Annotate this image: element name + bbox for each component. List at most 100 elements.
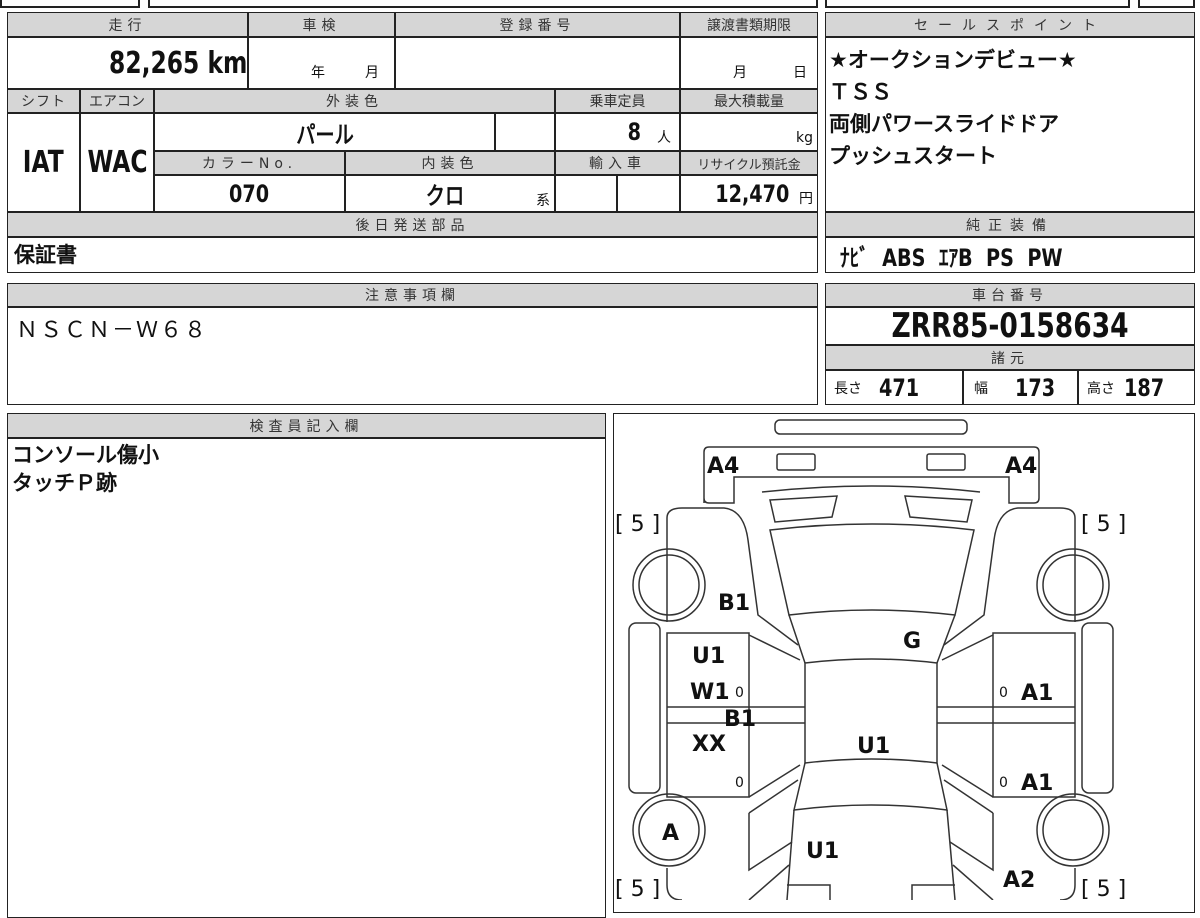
inspector-notes: コンソール傷小 タッチＰ跡 (7, 438, 606, 918)
inspection-cell: 年月 (248, 37, 395, 89)
recycle-unit: 円 (799, 190, 813, 207)
length-value: 471 (879, 373, 920, 402)
width-cell: 幅 173 (963, 370, 1078, 405)
recycle-header: リサイクル預託金 (680, 151, 818, 175)
interior-suffix: 系 (536, 192, 550, 209)
chassis-cell: ZRR85-0158634 (825, 307, 1195, 345)
tire-rear-left: [ 5 ] (615, 877, 660, 900)
equipment-value: ﾅﾋﾞ ABS ｴｱB PS PW (840, 243, 1063, 272)
import-cell (555, 175, 617, 212)
mark-zero: 0 (735, 775, 744, 791)
later-parts-cell: 保証書 (7, 237, 818, 273)
spec-header: 諸元 (825, 345, 1195, 370)
sales-points-list: ★オークションデビュー★ ＴＳＳ 両側パワースライドドア プッシュスタート (825, 37, 1195, 212)
max-load-cell: kg (680, 113, 818, 151)
color-no-header: カラーNo. (154, 151, 345, 175)
top-strip-cell (1138, 0, 1195, 8)
interior-cell: クロ 系 (345, 175, 555, 212)
tire-front-right: [ 5 ] (1081, 512, 1126, 537)
sales-points-header: セールスポイント (825, 12, 1195, 37)
height-value: 187 (1124, 373, 1165, 402)
mark-rear-glass: U1 (806, 839, 839, 864)
height-cell: 高さ 187 (1078, 370, 1195, 405)
mark-left-pillar: B1 (724, 707, 756, 732)
top-strip-cell (825, 0, 1130, 8)
chassis-number: ZRR85-0158634 (891, 307, 1129, 345)
equipment-header: 純正装備 (825, 212, 1195, 237)
length-cell: 長さ 471 (825, 370, 963, 405)
mileage-header: 走行 (7, 12, 248, 37)
mark-roof: U1 (857, 734, 890, 759)
later-parts-header: 後日発送部品 (7, 212, 818, 237)
import-cell (617, 175, 680, 212)
registration-cell (395, 37, 680, 89)
chassis-header: 車台番号 (825, 283, 1195, 307)
mark-zero: 0 (999, 685, 1008, 701)
transfer-cell: 月日 (680, 37, 818, 89)
inspection-header: 車検 (248, 12, 395, 37)
color-no-cell: 070 (154, 175, 345, 212)
width-label: 幅 (974, 380, 988, 397)
damage-diagram: [ 5 ] [ 5 ] [ 5 ] [ 5 ] A4 A4 B1 U1 W1 0… (613, 413, 1195, 913)
mark-left-front-door: U1 (692, 644, 725, 669)
sales-point: 両側パワースライドドア (829, 112, 1059, 136)
sales-point: ＴＳＳ (829, 80, 892, 104)
aircon-value: WAC (86, 145, 148, 180)
notes-header: 注意事項欄 (7, 283, 818, 307)
capacity-unit: 人 (657, 130, 671, 146)
tire-front-left: [ 5 ] (615, 512, 660, 537)
exterior-header: 外装色 (154, 89, 555, 113)
import-header: 輸入車 (555, 151, 680, 175)
height-label: 高さ (1087, 380, 1115, 397)
mark-left-front-door: W1 (690, 680, 730, 705)
exterior-value: パール (295, 120, 354, 149)
car-outline: [ 5 ] [ 5 ] [ 5 ] [ 5 ] A4 A4 B1 U1 W1 0… (615, 419, 1126, 900)
registration-header: 登録番号 (395, 12, 680, 37)
color-no-value: 070 (229, 179, 270, 208)
shift-header: シフト (7, 89, 80, 113)
inspection-year: 年 (311, 65, 325, 81)
mark-zero: 0 (735, 685, 744, 701)
transfer-day: 日 (793, 65, 807, 81)
mileage-value: 82,265 km (108, 45, 247, 81)
mark-right-rear-door: A1 (1021, 771, 1053, 796)
exterior-sub-cell (495, 113, 555, 151)
capacity-header: 乗車定員 (555, 89, 680, 113)
later-parts-value: 保証書 (14, 243, 77, 267)
mark-front-bumper-left: A4 (707, 454, 739, 479)
width-value: 173 (1015, 373, 1056, 402)
capacity-value: 8 (627, 118, 642, 146)
exterior-cell: パール (154, 113, 495, 151)
top-strip-cell (0, 0, 140, 8)
top-strip-cell (148, 0, 818, 8)
inspection-month: 月 (365, 65, 379, 81)
max-load-unit: kg (796, 130, 813, 146)
notes-cell: ＮＳＣＮ－Ｗ６８ (7, 307, 818, 405)
mark-right-front-door: A1 (1021, 681, 1053, 706)
capacity-cell: 8人 (555, 113, 680, 151)
tire-rear-right: [ 5 ] (1081, 877, 1126, 900)
mark-windshield: G (903, 629, 921, 654)
mark-left-rear-door: XX (692, 732, 726, 757)
equipment-cell: ﾅﾋﾞ ABS ｴｱB PS PW (825, 237, 1195, 273)
inspector-header: 検査員記入欄 (7, 413, 606, 438)
transfer-month: 月 (733, 65, 747, 81)
mark-zero: 0 (999, 775, 1008, 791)
inspector-note: コンソール傷小 (12, 443, 159, 467)
mark-front-bumper-right: A4 (1005, 454, 1037, 479)
recycle-cell: 12,470 円 (680, 175, 818, 212)
aircon-cell: WAC (80, 113, 154, 212)
mark-left-front-fender: B1 (718, 591, 750, 616)
aircon-header: エアコン (80, 89, 154, 113)
mark-right-rear-fender: A2 (1003, 868, 1035, 893)
interior-header: 内装色 (345, 151, 555, 175)
shift-value: IAT (23, 145, 64, 180)
inspector-note: タッチＰ跡 (12, 471, 117, 495)
transfer-deadline-header: 譲渡書類期限 (680, 12, 818, 37)
mileage-cell: 82,265 km (7, 37, 248, 89)
shift-cell: IAT (7, 113, 80, 212)
sales-point: プッシュスタート (829, 144, 997, 168)
max-load-header: 最大積載量 (680, 89, 818, 113)
notes-value: ＮＳＣＮ－Ｗ６８ (16, 318, 209, 343)
recycle-value: 12,470 (715, 179, 790, 208)
